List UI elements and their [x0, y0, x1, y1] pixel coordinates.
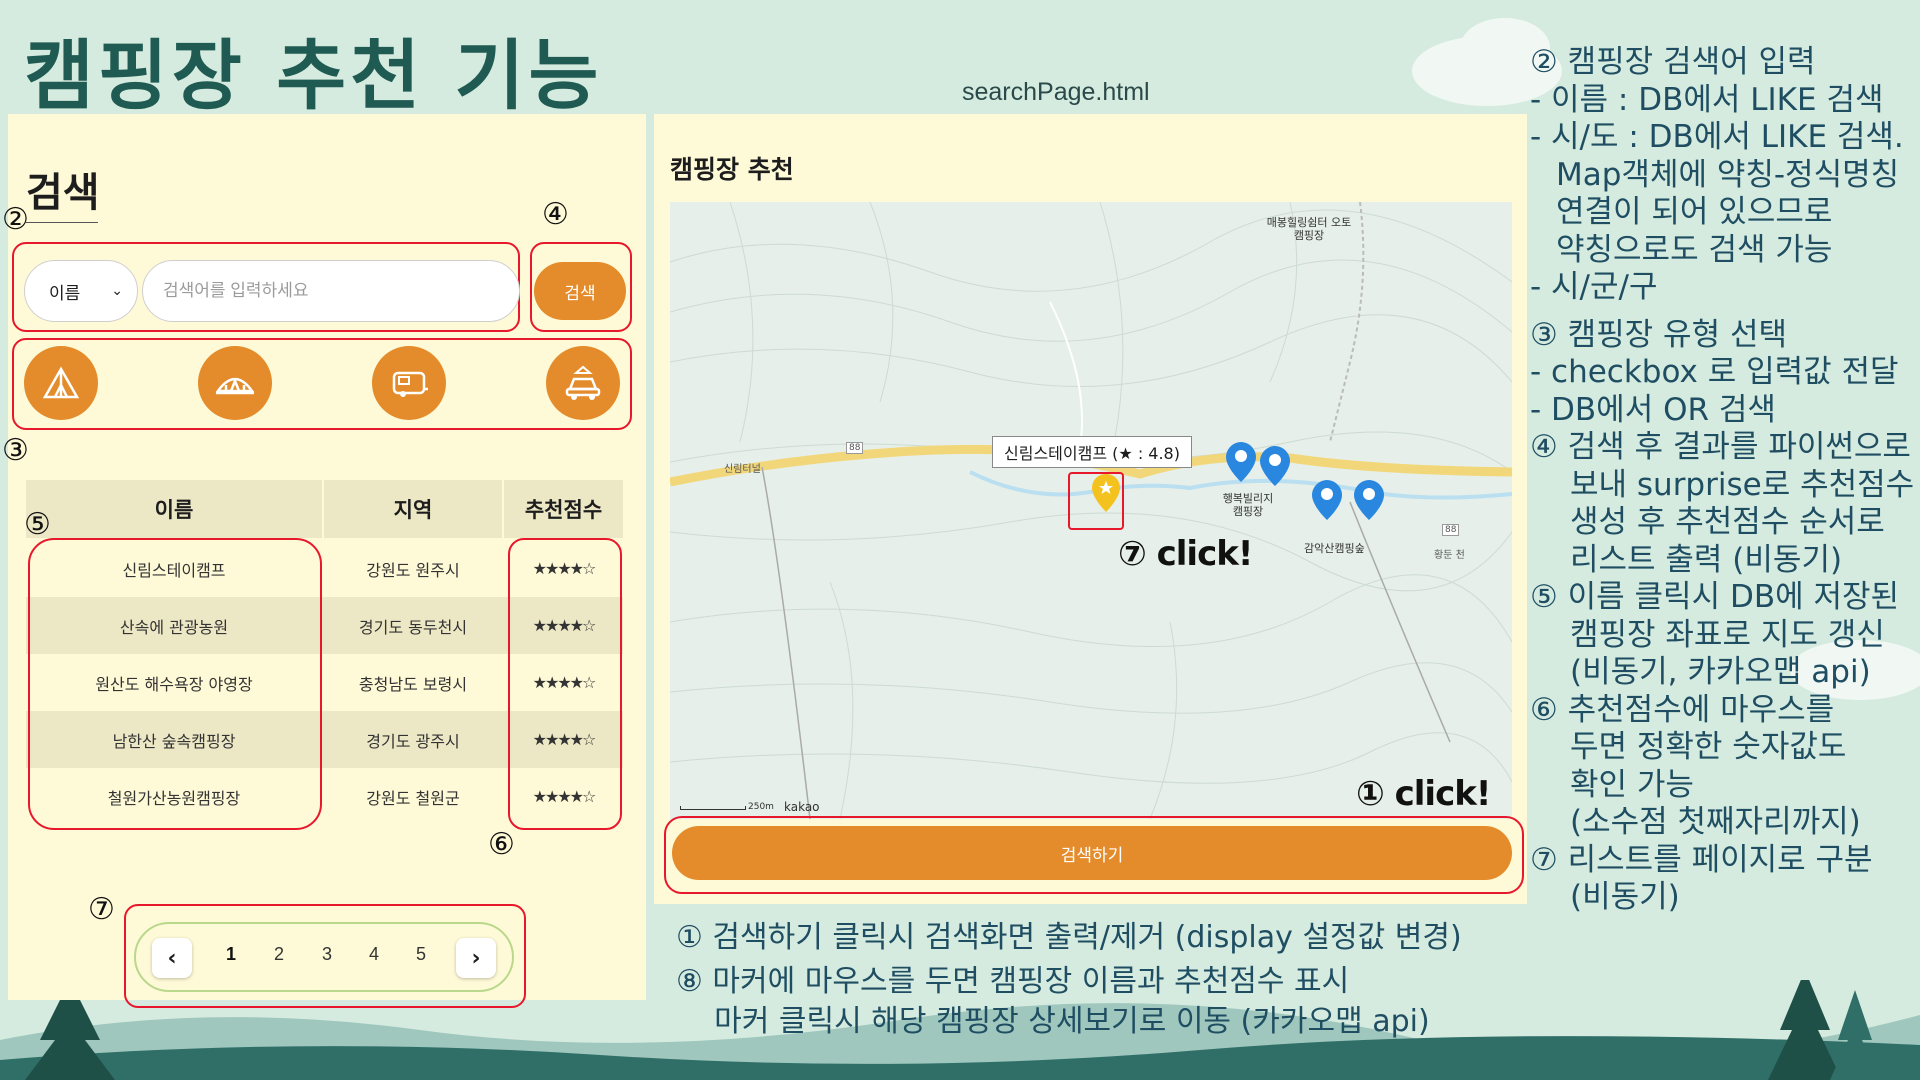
map-label-campsite: 매봉힐링쉼터 오토캠핑장 [1266, 216, 1352, 242]
camp-region: 경기도 동두천시 [358, 617, 468, 637]
map-pin-icon [1354, 480, 1384, 520]
map-marker[interactable] [1354, 480, 1384, 524]
column-header-region: 지역 [324, 480, 502, 538]
note-line: 캠핑장 좌표로 지도 갱신 [1570, 616, 1885, 653]
note-line: (소수점 첫째자리까지) [1570, 804, 1861, 840]
marker-7: ⑦ [88, 892, 115, 927]
car-camping-type-button[interactable] [546, 346, 620, 420]
tent-type-button[interactable] [24, 346, 98, 420]
map-label-campsite: 행복빌리지 캠핑장 [1222, 492, 1274, 518]
note-line: - checkbox 로 입력값 전달 [1530, 354, 1899, 390]
click-note-marker: ⑦ click! [1118, 534, 1253, 574]
camp-region: 강원도 철원군 [366, 788, 460, 808]
note-line: - 시/도 : DB에서 LIKE 검색. [1530, 119, 1904, 155]
search-type-select[interactable]: 이름 ⌄ [24, 260, 138, 322]
note-line: - DB에서 OR 검색 [1530, 391, 1776, 428]
select-value: 이름 [49, 283, 81, 303]
map-label-campsite: 감악산캠핑숲 [1304, 542, 1365, 555]
note-line: ④ 검색 후 결과를 파이썬으로 [1530, 429, 1911, 465]
map-scale-label: 250m [748, 802, 774, 812]
tent-icon [42, 366, 80, 399]
camp-region: 강원도 원주시 [366, 560, 460, 580]
map-pin-icon [1312, 480, 1342, 520]
slide-title: 캠핑장 추천 기능 [24, 31, 603, 120]
caravan-icon [392, 371, 428, 397]
note-line: ⑤ 이름 클릭시 DB에 저장된 [1530, 579, 1900, 615]
map-scale-bar [680, 806, 746, 810]
note-line: (비동기, 카카오맵 api) [1570, 654, 1871, 690]
note-line: 보내 surprise로 추천점수 [1570, 466, 1915, 503]
map-pin-icon [1260, 446, 1290, 486]
bottom-note-line: ① 검색하기 클릭시 검색화면 출력/제거 (display 설정값 변경) [676, 920, 1462, 955]
map-marker[interactable] [1226, 442, 1256, 486]
map-label-tunnel: 신림터널 [724, 464, 761, 475]
glamping-type-button[interactable] [198, 346, 272, 420]
annotation-box-marker [1068, 472, 1124, 530]
kakao-logo: kakao [784, 800, 820, 814]
annotation-box-scores [508, 538, 622, 830]
note-line: ⑦ 리스트를 페이지로 구분 [1530, 841, 1873, 878]
map-pin-icon [1226, 442, 1256, 482]
note-line: 두면 정확한 숫자값도 [1570, 729, 1847, 765]
column-header-score: 추천점수 [504, 480, 623, 538]
road-number-badge: 88 [1442, 524, 1460, 536]
note-line: 생성 후 추천점수 순서로 [1570, 504, 1885, 540]
marker-tooltip: 신림스테이캠프 (★ : 4.8) [992, 436, 1192, 468]
chevron-down-icon: ⌄ [111, 282, 123, 298]
map-marker[interactable] [1260, 446, 1290, 490]
search-button[interactable]: 검색 [534, 262, 626, 320]
recommend-title: 캠핑장 추천 [670, 155, 794, 184]
map-label-stream: 황둔 천 [1434, 550, 1465, 561]
marker-5: ⑤ [24, 507, 51, 542]
search-toggle-button[interactable]: 검색하기 [672, 826, 1512, 880]
page-3[interactable]: 3 [322, 944, 332, 965]
note-line: 연결이 되어 있으므로 [1556, 194, 1833, 230]
glamping-icon [215, 377, 255, 395]
page-2[interactable]: 2 [274, 944, 284, 965]
marker-3: ③ [2, 433, 29, 468]
search-heading: 검색 [26, 170, 100, 216]
note-line: ② 캠핑장 검색어 입력 [1530, 44, 1816, 80]
bottom-note-line: ⑧ 마커에 마우스를 두면 캠핑장 이름과 추천점수 표시 [676, 964, 1350, 999]
note-line: 확인 가능 [1570, 766, 1694, 803]
search-input[interactable] [142, 260, 520, 322]
right-notes: ② 캠핑장 검색어 입력 - 이름 : DB에서 LIKE 검색 - 시/도 :… [1530, 44, 1920, 917]
camp-region: 충청남도 보령시 [358, 674, 468, 694]
heading-divider [26, 222, 98, 223]
caravan-type-button[interactable] [372, 346, 446, 420]
bottom-note-line: 마커 클릭시 해당 캠핑장 상세보기로 이동 (카카오맵 api) [676, 1004, 1430, 1039]
next-page-button[interactable]: › [456, 938, 496, 978]
map-marker[interactable] [1312, 480, 1342, 524]
annotation-box-names [28, 538, 322, 830]
road-number-badge: 88 [846, 442, 864, 454]
page-5[interactable]: 5 [416, 944, 426, 965]
prev-page-button[interactable]: ‹ [152, 938, 192, 978]
note-line: (비동기) [1570, 879, 1680, 915]
marker-4: ④ [542, 197, 569, 232]
page-4[interactable]: 4 [369, 944, 379, 965]
column-header-name: 이름 [26, 480, 322, 538]
file-name-label: searchPage.html [962, 78, 1150, 106]
note-line: Map객체에 약칭-정식명칭 [1556, 156, 1900, 193]
note-line: 리스트 출력 (비동기) [1570, 541, 1843, 578]
note-line: ③ 캠핑장 유형 선택 [1530, 316, 1787, 353]
note-line: - 이름 : DB에서 LIKE 검색 [1530, 81, 1884, 118]
car-camping-icon [565, 365, 601, 400]
page-1[interactable]: 1 [226, 944, 236, 965]
click-note-button: ① click! [1356, 774, 1491, 814]
camp-region: 경기도 광주시 [366, 731, 460, 751]
note-line: ⑥ 추천점수에 마우스를 [1530, 691, 1835, 728]
note-line: 약칭으로도 검색 가능 [1556, 231, 1833, 268]
note-line: - 시/군/구 [1530, 269, 1658, 305]
pagination: ‹ 1 2 3 4 5 › [134, 922, 514, 992]
marker-2: ② [2, 202, 29, 237]
annotation-box-types [12, 338, 632, 430]
marker-6: ⑥ [488, 827, 515, 862]
